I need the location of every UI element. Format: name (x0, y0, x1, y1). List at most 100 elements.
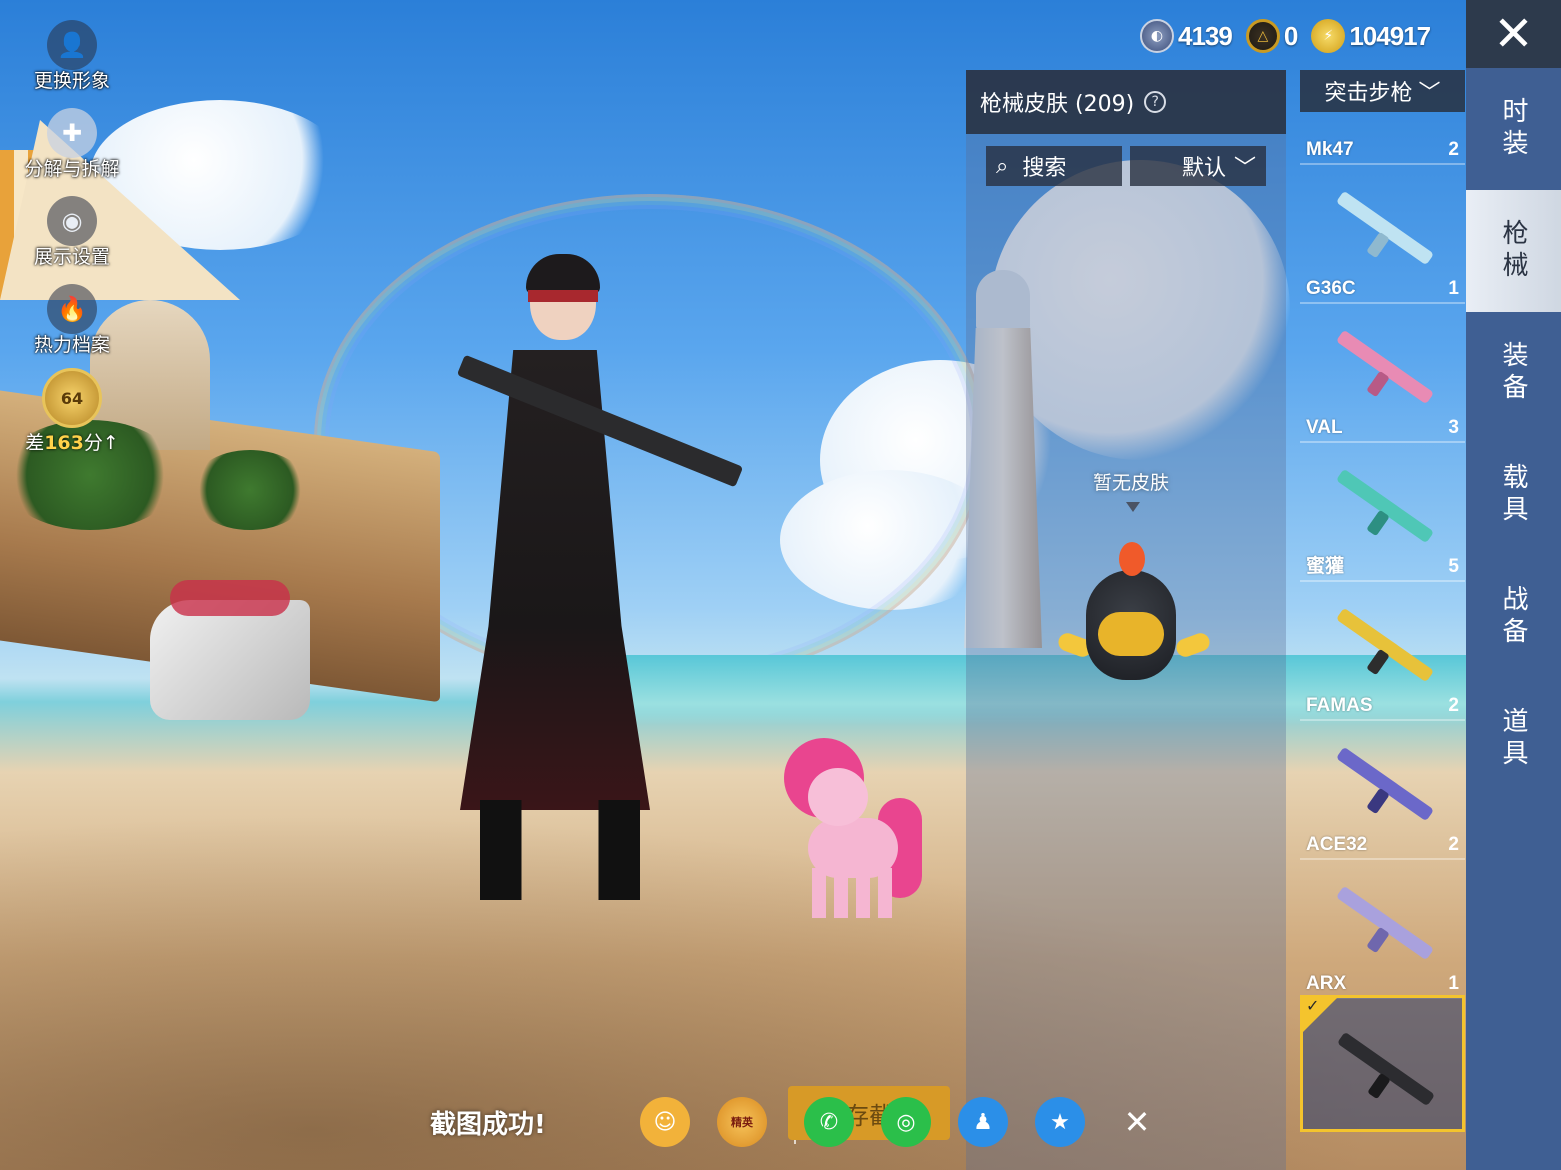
tab-equipment[interactable]: 装备 (1466, 312, 1561, 434)
category-label: 突击步枪 (1324, 81, 1413, 106)
rifle-icon (1330, 882, 1435, 961)
tab-battle-prep[interactable]: 战备 (1466, 556, 1561, 678)
weapon-category-dropdown[interactable]: 突击步枪 ﹀ (1300, 70, 1465, 112)
close-button[interactable]: ✕ (1466, 0, 1561, 68)
weapon-name: 蜜獾 (1306, 556, 1345, 577)
weapon-skin-count: 2 (1448, 139, 1459, 160)
tool-label: 更换形象 (33, 70, 110, 92)
chevron-down-icon: ﹀ (1418, 81, 1441, 106)
currency-value: 4139 (1178, 20, 1233, 51)
rank-badge-button[interactable]: 64 差163分↑ (22, 368, 122, 455)
weapon-skin-count: 2 (1448, 695, 1459, 716)
mascot-face (1098, 612, 1164, 656)
rifle-icon (1331, 1028, 1436, 1107)
weapon-skin-count: 2 (1448, 834, 1459, 855)
character-legs (480, 800, 640, 900)
puzzle-icon: ✚ (47, 108, 97, 158)
lightning-coin-icon: ⚡ (1311, 19, 1346, 53)
empty-skins-text: 暂无皮肤 (1092, 472, 1169, 494)
mascot-wing (1173, 630, 1213, 660)
currency-value: 104917 (1349, 20, 1431, 51)
rifle-icon (1330, 743, 1435, 822)
rifle-icon (1330, 187, 1435, 266)
qq-icon[interactable]: ♟ (958, 1097, 1008, 1147)
tab-label: 战备 (1498, 585, 1528, 649)
tab-weapons[interactable]: 枪械 (1466, 190, 1561, 312)
peace-elite-icon[interactable]: 精英 (717, 1097, 767, 1147)
skins-title: 枪械皮肤 (209) (980, 92, 1135, 117)
character-blindfold (528, 290, 598, 302)
weapon-skin-count: 1 (1448, 278, 1459, 299)
rifle-icon (1330, 465, 1435, 544)
tooltip-arrow (1126, 502, 1140, 512)
share-bar: 截图成功! 保存截图 ☺ 精英 ✆ ◎ ♟ ★ ✕ (430, 1086, 1189, 1152)
weapon-skins-panel: 枪械皮肤 (209) ? ⌕ 搜索 默认 ﹀ 暂无皮肤 (966, 70, 1286, 1170)
tool-label: 分解与拆解 (24, 158, 120, 180)
tool-label: 热力档案 (33, 334, 110, 356)
weapon-item-mk47[interactable]: Mk47 2 (1300, 130, 1465, 165)
rifle-icon (1330, 604, 1435, 683)
tab-items[interactable]: 道具 (1466, 678, 1561, 800)
display-settings-button[interactable]: ◉ 展示设置 (22, 196, 122, 269)
tab-vehicles[interactable]: 载具 (1466, 434, 1561, 556)
selected-weapon-item[interactable]: ✓ (1300, 995, 1465, 1132)
weapon-skin-count: 3 (1448, 417, 1459, 438)
screenshot-success-text: 截图成功! (430, 1109, 546, 1140)
motorbike-frame (150, 600, 310, 720)
search-row: ⌕ 搜索 默认 ﹀ (966, 134, 1286, 186)
close-share-icon[interactable]: ✕ (1112, 1097, 1162, 1147)
pony-head (808, 768, 868, 826)
currency-lightning[interactable]: ⚡ 104917 (1311, 19, 1431, 53)
weapon-item-val[interactable]: VAL 3 (1300, 304, 1465, 443)
tab-label: 装备 (1498, 341, 1528, 405)
weapon-skin-count: 1 (1448, 973, 1459, 994)
tab-label: 枪械 (1498, 219, 1528, 283)
weapon-name: ARX (1306, 973, 1347, 994)
weapon-item-ace32[interactable]: ACE32 2 (1300, 721, 1465, 860)
weapon-item-famas[interactable]: FAMAS 2 (1300, 582, 1465, 721)
avatar-icon: 👤 (47, 20, 97, 70)
weapon-name: FAMAS (1306, 695, 1373, 716)
silver-coin-icon: ◐ (1140, 19, 1174, 53)
motorbike-accent (170, 580, 290, 616)
tab-fashion[interactable]: 时装 (1466, 68, 1561, 190)
weapon-item-g36c[interactable]: G36C 1 (1300, 165, 1465, 304)
heat-profile-button[interactable]: 🔥 热力档案 (22, 284, 122, 357)
qzone-icon[interactable]: ★ (1035, 1097, 1085, 1147)
currency-value: 0 (1283, 20, 1299, 51)
decompose-button[interactable]: ✚ 分解与拆解 (22, 108, 122, 181)
weapon-item-honey-badger[interactable]: 蜜獾 5 (1300, 443, 1465, 582)
flame-icon: 🔥 (47, 284, 97, 334)
rifle-icon (1330, 326, 1435, 405)
mascot-helmet-chick (1055, 540, 1216, 690)
rank-hint-prefix: 差 (25, 432, 45, 454)
mascot-knob (1119, 542, 1145, 576)
pony-legs (812, 868, 892, 918)
search-icon: ⌕ (996, 153, 1009, 179)
rank-level: 64 (60, 388, 84, 408)
player-character (410, 254, 744, 910)
weapon-skin-count: 5 (1448, 556, 1459, 577)
wechat-icon[interactable]: ✆ (804, 1097, 854, 1147)
rank-hint-suffix: 分 (83, 432, 103, 454)
change-avatar-button[interactable]: 👤 更换形象 (22, 20, 122, 93)
help-icon[interactable]: ? (1144, 91, 1167, 113)
weapon-list: Mk47 2 G36C 1 VAL 3 蜜獾 5 FAMAS 2 ACE32 2… (1300, 130, 1465, 999)
chevron-down-icon: ﹀ (1233, 156, 1256, 181)
weapon-item-arx[interactable]: ARX 1 (1300, 860, 1465, 999)
friends-share-icon[interactable]: ☺ (640, 1097, 690, 1147)
character-hair (526, 254, 600, 294)
rank-hint: 差163分↑ (25, 428, 119, 455)
gold-token-icon: △ (1245, 19, 1280, 53)
pony-pet (778, 738, 928, 923)
currency-silver[interactable]: ◐ 4139 (1140, 19, 1233, 53)
currency-gold-token[interactable]: △ 0 (1245, 19, 1299, 53)
search-button[interactable]: ⌕ 搜索 (986, 146, 1122, 186)
tab-label: 载具 (1498, 463, 1528, 527)
tool-label: 展示设置 (33, 246, 110, 268)
arrow-up-icon: ↑ (102, 432, 119, 454)
motorbike (140, 570, 320, 760)
rank-badge-icon: 64 (42, 368, 102, 428)
moments-icon[interactable]: ◎ (881, 1097, 931, 1147)
sort-dropdown[interactable]: 默认 ﹀ (1130, 146, 1266, 186)
